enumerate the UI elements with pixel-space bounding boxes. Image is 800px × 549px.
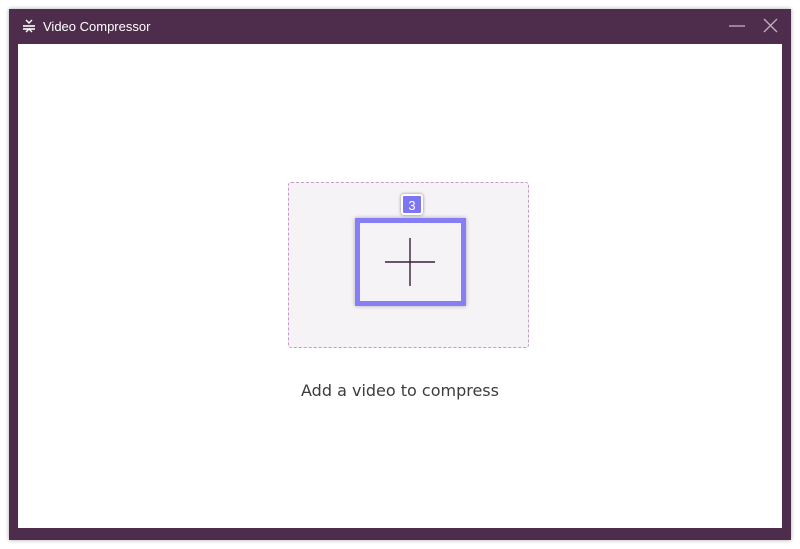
main-content: 3 Add a video to compress: [18, 44, 782, 528]
compress-icon: [22, 19, 36, 33]
close-icon: [763, 18, 778, 33]
window-title: Video Compressor: [43, 19, 151, 34]
minimize-icon: [729, 25, 745, 27]
plus-icon: [385, 238, 435, 286]
add-video-hint: Add a video to compress: [301, 381, 499, 400]
close-button[interactable]: [758, 14, 784, 38]
video-drop-zone[interactable]: 3: [288, 182, 529, 348]
title-bar[interactable]: Video Compressor: [9, 9, 791, 44]
step-badge: 3: [401, 194, 423, 215]
app-window: Video Compressor 3 Add a video to compre…: [9, 9, 791, 540]
add-video-button[interactable]: [355, 218, 466, 306]
minimize-button[interactable]: [724, 14, 750, 38]
